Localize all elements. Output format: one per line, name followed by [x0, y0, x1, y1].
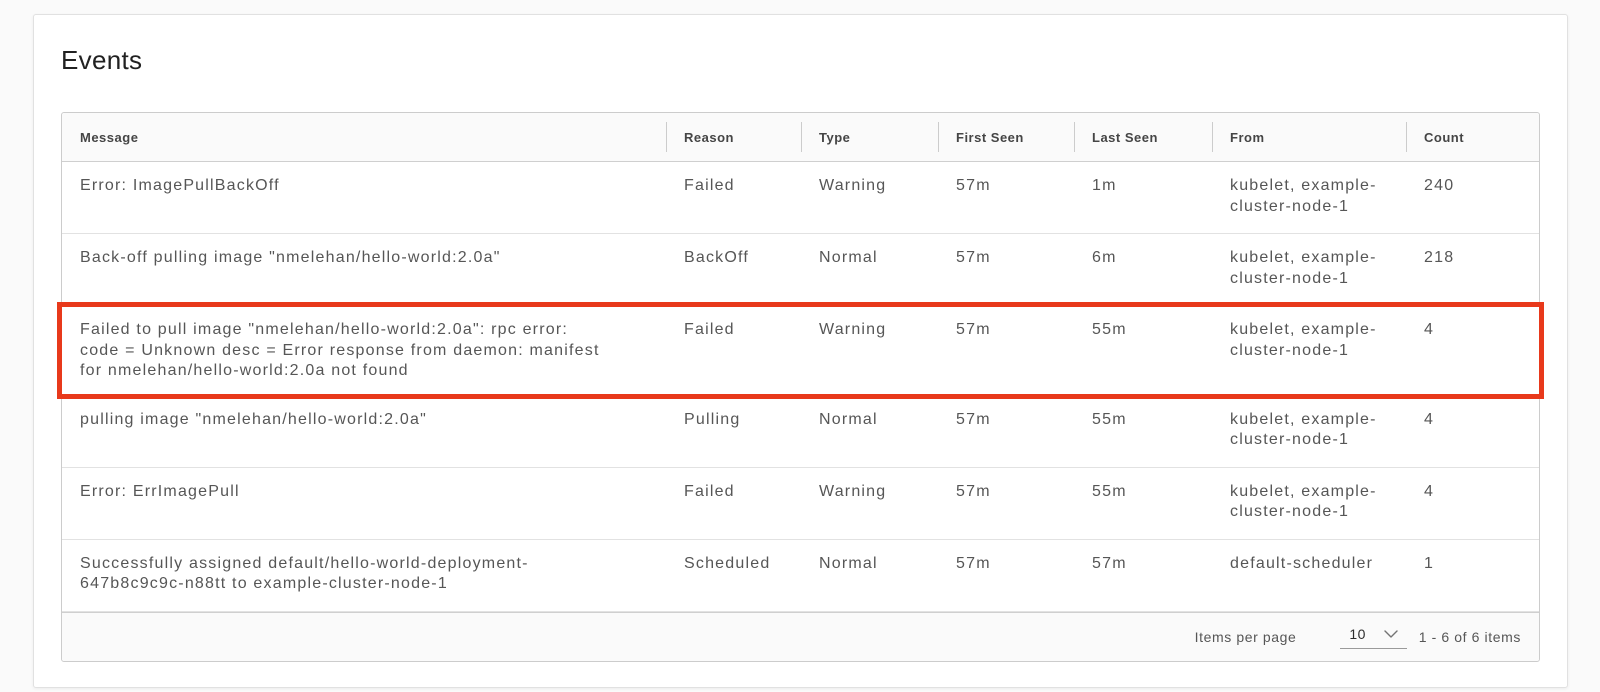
table-header: Message Reason Type First Seen Last Seen… [62, 113, 1539, 162]
cell-reason: Failed [666, 306, 801, 395]
events-table: Message Reason Type First Seen Last Seen… [61, 112, 1540, 662]
cell-reason: BackOff [666, 234, 801, 305]
cell-message: Successfully assigned default/hello-worl… [62, 540, 666, 611]
cell-type: Warning [801, 468, 938, 539]
cell-type: Normal [801, 540, 938, 611]
cell-count: 240 [1406, 162, 1539, 233]
cell-reason: Failed [666, 468, 801, 539]
table-row: Error: ImagePullBackOff Failed Warning 5… [62, 162, 1539, 234]
items-per-page-label: Items per page [1195, 629, 1297, 645]
column-header-count: Count [1406, 113, 1539, 161]
items-per-page-value: 10 [1349, 626, 1365, 642]
cell-from: kubelet, example-cluster-node-1 [1212, 396, 1406, 467]
cell-message: Error: ImagePullBackOff [62, 162, 666, 233]
table-row: Back-off pulling image "nmelehan/hello-w… [62, 234, 1539, 306]
cell-from: kubelet, example-cluster-node-1 [1212, 234, 1406, 305]
cell-first-seen: 57m [938, 234, 1074, 305]
table-row: Successfully assigned default/hello-worl… [62, 540, 1539, 612]
table-row: Error: ErrImagePull Failed Warning 57m 5… [62, 468, 1539, 540]
column-header-from: From [1212, 113, 1406, 161]
cell-message: pulling image "nmelehan/hello-world:2.0a… [62, 396, 666, 467]
cell-message: Failed to pull image "nmelehan/hello-wor… [62, 306, 666, 395]
cell-type: Warning [801, 162, 938, 233]
page-title: Events [61, 46, 1540, 74]
items-per-page-select[interactable]: 10 [1340, 624, 1406, 649]
chevron-down-icon [1384, 630, 1398, 638]
table-row: pulling image "nmelehan/hello-world:2.0a… [62, 396, 1539, 468]
cell-type: Normal [801, 396, 938, 467]
table-footer: Items per page 10 1 - 6 of 6 items [62, 612, 1539, 661]
table-body: Error: ImagePullBackOff Failed Warning 5… [62, 162, 1539, 612]
cell-first-seen: 57m [938, 306, 1074, 395]
cell-reason: Scheduled [666, 540, 801, 611]
cell-from: kubelet, example-cluster-node-1 [1212, 162, 1406, 233]
cell-type: Warning [801, 306, 938, 395]
pagination-range: 1 - 6 of 6 items [1419, 629, 1521, 645]
column-header-message: Message [62, 113, 666, 161]
cell-first-seen: 57m [938, 540, 1074, 611]
cell-first-seen: 57m [938, 396, 1074, 467]
cell-from: kubelet, example-cluster-node-1 [1212, 306, 1406, 395]
cell-from: default-scheduler [1212, 540, 1406, 611]
cell-count: 4 [1406, 306, 1539, 395]
cell-count: 4 [1406, 396, 1539, 467]
cell-message: Back-off pulling image "nmelehan/hello-w… [62, 234, 666, 305]
cell-count: 4 [1406, 468, 1539, 539]
cell-count: 1 [1406, 540, 1539, 611]
cell-last-seen: 6m [1074, 234, 1212, 305]
cell-last-seen: 1m [1074, 162, 1212, 233]
cell-last-seen: 55m [1074, 468, 1212, 539]
cell-message: Error: ErrImagePull [62, 468, 666, 539]
column-header-reason: Reason [666, 113, 801, 161]
cell-first-seen: 57m [938, 162, 1074, 233]
cell-type: Normal [801, 234, 938, 305]
cell-count: 218 [1406, 234, 1539, 305]
column-header-first-seen: First Seen [938, 113, 1074, 161]
cell-from: kubelet, example-cluster-node-1 [1212, 468, 1406, 539]
cell-reason: Failed [666, 162, 801, 233]
cell-last-seen: 55m [1074, 396, 1212, 467]
cell-last-seen: 55m [1074, 306, 1212, 395]
cell-first-seen: 57m [938, 468, 1074, 539]
cell-last-seen: 57m [1074, 540, 1212, 611]
column-header-last-seen: Last Seen [1074, 113, 1212, 161]
events-card: Events Message Reason Type First Seen La… [33, 14, 1568, 688]
cell-reason: Pulling [666, 396, 801, 467]
column-header-type: Type [801, 113, 938, 161]
table-row-highlighted: Failed to pull image "nmelehan/hello-wor… [62, 306, 1539, 396]
